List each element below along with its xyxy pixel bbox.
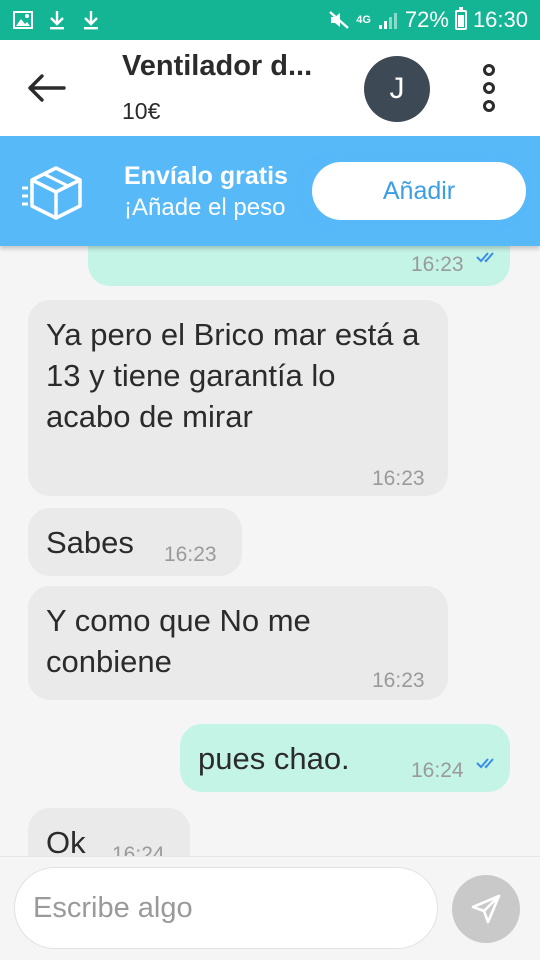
read-ticks-icon: [476, 252, 494, 263]
package-icon: [20, 158, 90, 226]
banner-title: Envíalo gratis: [124, 162, 288, 190]
add-weight-button[interactable]: Añadir: [312, 162, 526, 220]
message-list[interactable]: veranos 16:23 Ya pero el Brico mar está …: [0, 246, 540, 856]
message-text: Y como que No me conbiene: [46, 603, 311, 679]
message-composer: [0, 856, 540, 960]
send-button[interactable]: [452, 875, 520, 943]
message-bubble-outgoing: pues chao. 16:24: [180, 724, 510, 792]
message-bubble-incoming: Ya pero el Brico mar está a 13 y tiene g…: [28, 300, 448, 496]
message-time: 16:23: [372, 467, 425, 490]
message-bubble-incoming: Sabes 16:23: [28, 508, 242, 576]
message-time: 16:24: [112, 843, 165, 856]
message-bubble-incoming: Ok 16:24: [28, 808, 190, 856]
message-time: 16:24: [411, 759, 464, 782]
message-bubble-outgoing: veranos 16:23: [88, 246, 510, 286]
message-text: Sabes: [46, 525, 134, 560]
message-time: 16:23: [411, 253, 464, 276]
clock: 16:30: [472, 7, 528, 32]
banner-subtitle: ¡Añade el peso: [124, 194, 286, 221]
message-text: Ok: [46, 825, 86, 856]
message-text: veranos: [106, 246, 216, 251]
message-input[interactable]: [14, 867, 438, 949]
download-icon: [80, 9, 102, 31]
mute-icon: [328, 9, 350, 31]
read-ticks-icon: [476, 758, 494, 769]
message-time: 16:23: [372, 669, 425, 692]
image-icon: [12, 9, 34, 31]
message-text: Ya pero el Brico mar está a 13 y tiene g…: [46, 317, 420, 434]
free-shipping-banner: Envíalo gratis ¡Añade el peso Añadir: [0, 136, 540, 246]
battery-percent: 72%: [404, 7, 449, 32]
avatar[interactable]: J: [364, 56, 430, 122]
battery-icon: [454, 7, 467, 30]
message-text: pues chao.: [198, 741, 350, 776]
item-price: 10€: [122, 98, 161, 124]
message-time: 16:23: [164, 543, 217, 566]
item-title[interactable]: Ventilador d...: [122, 50, 312, 83]
message-bubble-incoming: Y como que No me conbiene 16:23: [28, 586, 448, 700]
chat-header: Ventilador d... 10€ J: [0, 40, 540, 136]
back-arrow-icon[interactable]: [24, 66, 68, 110]
network-type: 4G: [356, 14, 371, 26]
status-bar: 4G 72% 16:30: [0, 0, 540, 40]
send-icon: [471, 894, 501, 924]
download-icon: [46, 9, 68, 31]
signal-icon: [377, 9, 399, 31]
more-options-icon[interactable]: [474, 60, 504, 116]
